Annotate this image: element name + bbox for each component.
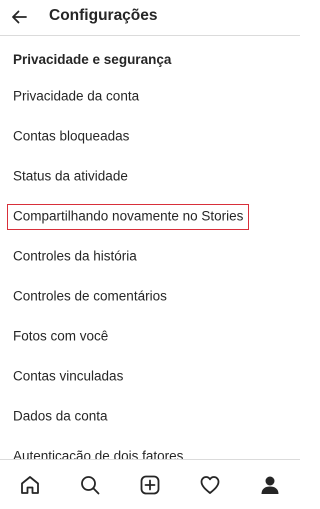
search-icon [81, 475, 100, 494]
menu-item-account-privacy[interactable]: Privacidade da conta [0, 76, 300, 116]
menu-item-comment-controls[interactable]: Controles de comentários [0, 276, 300, 316]
menu-item-label: Privacidade da conta [13, 88, 140, 104]
menu-item-label: Status da atividade [13, 168, 128, 184]
profile-icon [261, 476, 279, 494]
bottom-nav [0, 459, 300, 509]
menu-item-label: Contas vinculadas [13, 368, 124, 384]
menu-item-photos-of-you[interactable]: Fotos com você [0, 316, 300, 356]
menu-item-label: Controles da história [13, 248, 137, 264]
menu-item-label: Compartilhando novamente no Stories [13, 208, 244, 224]
nav-search-button[interactable] [60, 460, 120, 509]
menu-item-label: Dados da conta [13, 408, 108, 424]
menu-item-account-data[interactable]: Dados da conta [0, 396, 300, 436]
heart-icon [200, 475, 220, 494]
add-post-icon [140, 475, 160, 494]
menu-item-label: Contas bloqueadas [13, 128, 130, 144]
menu-item-label: Controles de comentários [13, 288, 167, 304]
arrow-left-icon [12, 10, 27, 24]
section-header-privacy: Privacidade e segurança [13, 52, 172, 67]
menu-item-linked-accounts[interactable]: Contas vinculadas [0, 356, 300, 396]
home-icon [21, 475, 39, 494]
nav-add-button[interactable] [120, 460, 180, 509]
menu-item-activity-status[interactable]: Status da atividade [0, 156, 300, 196]
header-bar: Configurações [0, 0, 300, 36]
nav-profile-button[interactable] [240, 460, 300, 509]
nav-activity-button[interactable] [180, 460, 240, 509]
nav-home-button[interactable] [0, 460, 60, 509]
menu-item-label: Fotos com você [13, 328, 109, 344]
menu-item-story-controls[interactable]: Controles da história [0, 236, 300, 276]
menu-item-blocked-accounts[interactable]: Contas bloqueadas [0, 116, 300, 156]
menu-item-story-resharing[interactable]: Compartilhando novamente no Stories [0, 196, 300, 236]
back-button[interactable] [6, 4, 32, 30]
page-title: Configurações [49, 7, 158, 24]
